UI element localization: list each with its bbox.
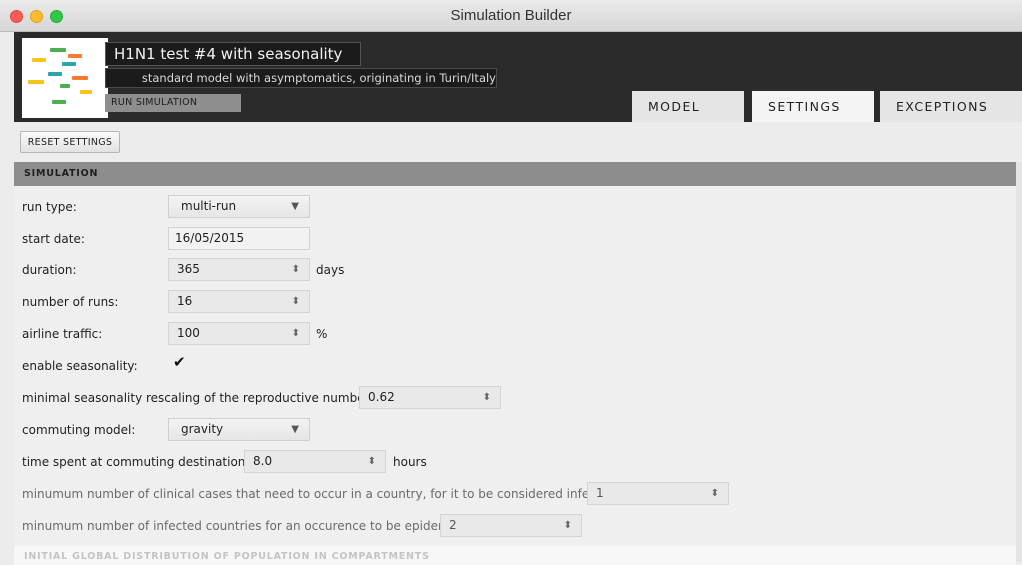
min-seasonality-value: 0.62 xyxy=(368,390,395,404)
simulation-description-field[interactable]: standard model with asymptomatics, origi… xyxy=(105,68,497,88)
commuting-time-stepper[interactable]: 8.0 ⬍ xyxy=(244,450,386,473)
duration-unit: days xyxy=(316,263,345,277)
min-seasonality-stepper[interactable]: 0.62 ⬍ xyxy=(359,386,501,409)
start-date-label: start date: xyxy=(22,232,85,246)
spinner-arrows-icon[interactable]: ⬍ xyxy=(292,291,300,312)
min-infected-countries-stepper[interactable]: 2 ⬍ xyxy=(440,514,582,537)
airline-traffic-stepper[interactable]: 100 ⬍ xyxy=(168,322,310,345)
spinner-arrows-icon[interactable]: ⬍ xyxy=(711,483,719,504)
airline-traffic-label: airline traffic: xyxy=(22,327,103,341)
tab-settings[interactable]: SETTINGS xyxy=(752,91,874,122)
section-header-initial-distribution[interactable]: INITIAL GLOBAL DISTRIBUTION OF POPULATIO… xyxy=(14,546,1016,565)
commuting-time-unit: hours xyxy=(393,455,427,469)
simulation-title-field[interactable]: H1N1 test #4 with seasonality xyxy=(105,42,361,66)
simulation-header: H1N1 test #4 with seasonality standard m… xyxy=(14,32,1022,122)
commuting-time-value: 8.0 xyxy=(253,454,273,468)
min-clinical-cases-stepper[interactable]: 1 ⬍ xyxy=(587,482,729,505)
tab-exceptions[interactable]: EXCEPTIONS xyxy=(880,91,1022,122)
simulation-description-text: standard model with asymptomatics, origi… xyxy=(141,71,496,85)
run-type-label: run type: xyxy=(22,200,77,214)
commuting-model-label: commuting model: xyxy=(22,423,136,437)
duration-label: duration: xyxy=(22,263,77,277)
min-clinical-cases-label: minumum number of clinical cases that ne… xyxy=(22,487,620,501)
duration-value: 365 xyxy=(177,262,200,276)
commuting-model-select[interactable]: gravity ▼ xyxy=(168,418,310,441)
commuting-time-label: time spent at commuting destination: xyxy=(22,455,250,469)
title-bar: Simulation Builder xyxy=(0,0,1022,32)
number-of-runs-label: number of runs: xyxy=(22,295,119,309)
window-title: Simulation Builder xyxy=(450,7,572,24)
chevron-down-icon: ▼ xyxy=(291,201,299,212)
start-date-field[interactable]: 16/05/2015 xyxy=(168,227,310,250)
spinner-arrows-icon[interactable]: ⬍ xyxy=(368,451,376,472)
section-header-simulation[interactable]: SIMULATION xyxy=(14,162,1016,186)
reset-settings-button[interactable]: RESET SETTINGS xyxy=(20,131,120,153)
spinner-arrows-icon[interactable]: ⬍ xyxy=(483,387,491,408)
spinner-arrows-icon[interactable]: ⬍ xyxy=(292,259,300,280)
tab-model[interactable]: MODEL xyxy=(632,91,744,122)
model-diagram-thumbnail-icon xyxy=(22,38,108,118)
min-clinical-cases-value: 1 xyxy=(596,486,604,500)
enable-seasonality-label: enable seasonality: xyxy=(22,359,138,373)
airline-traffic-value: 100 xyxy=(177,326,200,340)
number-of-runs-stepper[interactable]: 16 ⬍ xyxy=(168,290,310,313)
settings-toolbar: RESET SETTINGS xyxy=(14,122,1022,160)
chevron-down-icon: ▼ xyxy=(291,424,299,435)
simulation-builder-window: Simulation Builder H1N1 test #4 with sea… xyxy=(0,0,1022,565)
airline-traffic-unit: % xyxy=(316,327,328,341)
commuting-model-value: gravity xyxy=(181,422,224,436)
min-infected-countries-label: minumum number of infected countries for… xyxy=(22,519,464,533)
run-simulation-button[interactable]: RUN SIMULATION xyxy=(105,94,241,112)
run-type-select[interactable]: multi-run ▼ xyxy=(168,195,310,218)
enable-seasonality-checkbox[interactable]: ✔ xyxy=(173,353,186,371)
number-of-runs-value: 16 xyxy=(177,294,193,308)
spinner-arrows-icon[interactable]: ⬍ xyxy=(292,323,300,344)
run-type-value: multi-run xyxy=(181,199,237,213)
duration-stepper[interactable]: 365 ⬍ xyxy=(168,258,310,281)
vertical-scrollbar[interactable] xyxy=(1016,162,1022,562)
min-seasonality-label: minimal seasonality rescaling of the rep… xyxy=(22,391,374,405)
min-infected-countries-value: 2 xyxy=(449,518,457,532)
spinner-arrows-icon[interactable]: ⬍ xyxy=(564,515,572,536)
